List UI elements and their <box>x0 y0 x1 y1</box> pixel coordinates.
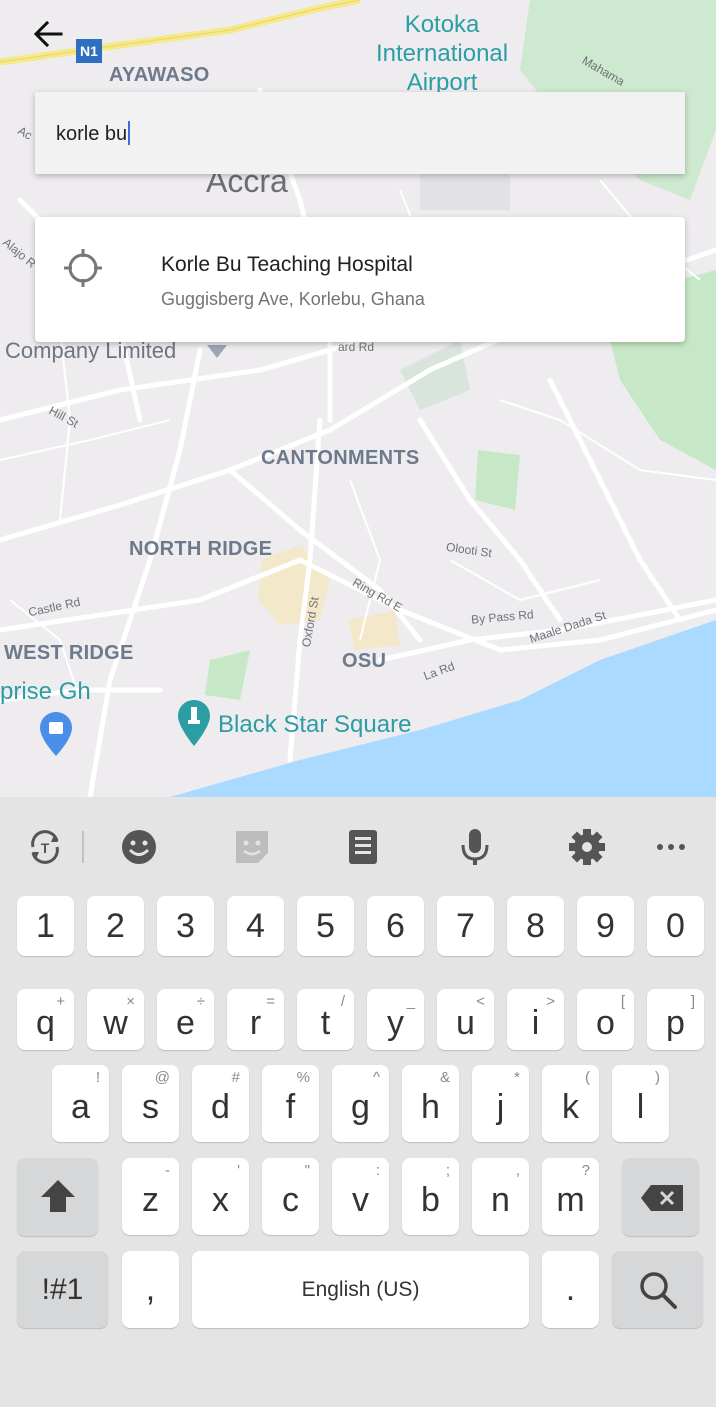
suggestion-title: Korle Bu Teaching Hospital <box>161 253 413 276</box>
key-g[interactable]: ^ g <box>332 1065 389 1142</box>
key-9[interactable]: 9 <box>577 896 634 956</box>
backspace-key[interactable] <box>622 1158 699 1236</box>
symbols-key[interactable]: !#1 <box>17 1251 108 1328</box>
key-b[interactable]: ; b <box>402 1158 459 1235</box>
text-caret <box>128 121 131 145</box>
key-2[interactable]: 2 <box>87 896 144 956</box>
label-ard-rd: ard Rd <box>338 340 375 354</box>
key-u[interactable]: < u <box>437 989 494 1050</box>
label-prise: prise Gh <box>0 678 91 705</box>
label-black-star-square[interactable]: Black Star Square <box>218 711 411 739</box>
key-o[interactable]: [o <box>577 989 634 1050</box>
clipboard-button[interactable] <box>343 827 383 867</box>
key-r[interactable]: = r <box>227 989 284 1050</box>
key-j[interactable]: * j <box>472 1065 529 1142</box>
settings-icon <box>569 829 605 865</box>
key-e[interactable]: ÷ e <box>157 989 214 1050</box>
label-west-ridge: WEST RIDGE <box>4 642 134 664</box>
key-4[interactable]: 4 <box>227 896 284 956</box>
more-icon <box>657 844 685 850</box>
key-t[interactable]: / t <box>297 989 354 1050</box>
comma-key[interactable]: , <box>122 1251 179 1328</box>
key-h[interactable]: & h <box>402 1065 459 1142</box>
key-n[interactable]: ,n <box>472 1158 529 1235</box>
key-0[interactable]: 0 <box>647 896 704 956</box>
key-d[interactable]: # d <box>192 1065 249 1142</box>
sticker-icon <box>236 831 268 863</box>
key-s[interactable]: @ s <box>122 1065 179 1142</box>
more-button[interactable] <box>651 827 691 867</box>
key-y[interactable]: _ y <box>367 989 424 1050</box>
label-cantonments: CANTONMENTS <box>261 447 420 469</box>
emoji-icon <box>122 830 156 864</box>
key-c[interactable]: " c <box>262 1158 319 1235</box>
voice-input-button[interactable] <box>455 827 495 867</box>
key-p[interactable]: ] p <box>647 989 704 1050</box>
emoji-button[interactable] <box>119 827 159 867</box>
sticker-button[interactable] <box>232 827 272 867</box>
route-n1-badge: N1 <box>76 39 102 63</box>
settings-button[interactable] <box>567 827 607 867</box>
label-north-ridge: NORTH RIDGE <box>129 538 273 560</box>
search-key[interactable] <box>612 1251 703 1328</box>
location-target-icon <box>64 249 102 287</box>
search-field[interactable]: korle bu <box>35 92 685 174</box>
toolbar-divider <box>82 831 84 863</box>
mic-icon <box>461 829 489 865</box>
keyboard: T 1 2 3 4 5 6 7 8 9 0 + q × w ÷ e = r / … <box>0 797 716 1407</box>
key-3[interactable]: 3 <box>157 896 214 956</box>
translate-icon: T <box>31 830 59 864</box>
key-8[interactable]: 8 <box>507 896 564 956</box>
search-input[interactable]: korle bu <box>56 121 131 146</box>
shift-key[interactable] <box>17 1158 98 1236</box>
translate-button[interactable]: T <box>25 827 65 867</box>
suggestion-address: Guggisberg Ave, Korlebu, Ghana <box>161 289 425 309</box>
key-i[interactable]: > i <box>507 989 564 1050</box>
label-ayawaso: AYAWASO <box>109 64 210 86</box>
svg-text:T: T <box>41 840 50 856</box>
key-z[interactable]: -z <box>122 1158 179 1235</box>
label-osu: OSU <box>342 650 387 672</box>
clipboard-icon <box>349 830 377 864</box>
key-x[interactable]: ' x <box>192 1158 249 1235</box>
place-suggestion[interactable]: Korle Bu Teaching Hospital Guggisberg Av… <box>35 217 685 342</box>
key-7[interactable]: 7 <box>437 896 494 956</box>
space-key[interactable]: English (US) <box>192 1251 529 1328</box>
shift-icon <box>41 1180 75 1212</box>
period-key[interactable]: . <box>542 1251 599 1328</box>
key-q[interactable]: + q <box>17 989 74 1050</box>
arrow-back-icon <box>33 20 63 48</box>
search-icon <box>640 1272 677 1309</box>
label-airport: Kotoka International Airport <box>376 11 509 96</box>
key-1[interactable]: 1 <box>17 896 74 956</box>
key-l[interactable]: ) l <box>612 1065 669 1142</box>
key-m[interactable]: ? m <box>542 1158 599 1235</box>
key-w[interactable]: × w <box>87 989 144 1050</box>
key-k[interactable]: (k <box>542 1065 599 1142</box>
key-6[interactable]: 6 <box>367 896 424 956</box>
back-button[interactable] <box>28 16 72 52</box>
key-f[interactable]: % f <box>262 1065 319 1142</box>
key-a[interactable]: ! a <box>52 1065 109 1142</box>
backspace-icon <box>641 1185 683 1211</box>
key-5[interactable]: 5 <box>297 896 354 956</box>
key-v[interactable]: :v <box>332 1158 389 1235</box>
search-query-text: korle bu <box>56 123 128 145</box>
